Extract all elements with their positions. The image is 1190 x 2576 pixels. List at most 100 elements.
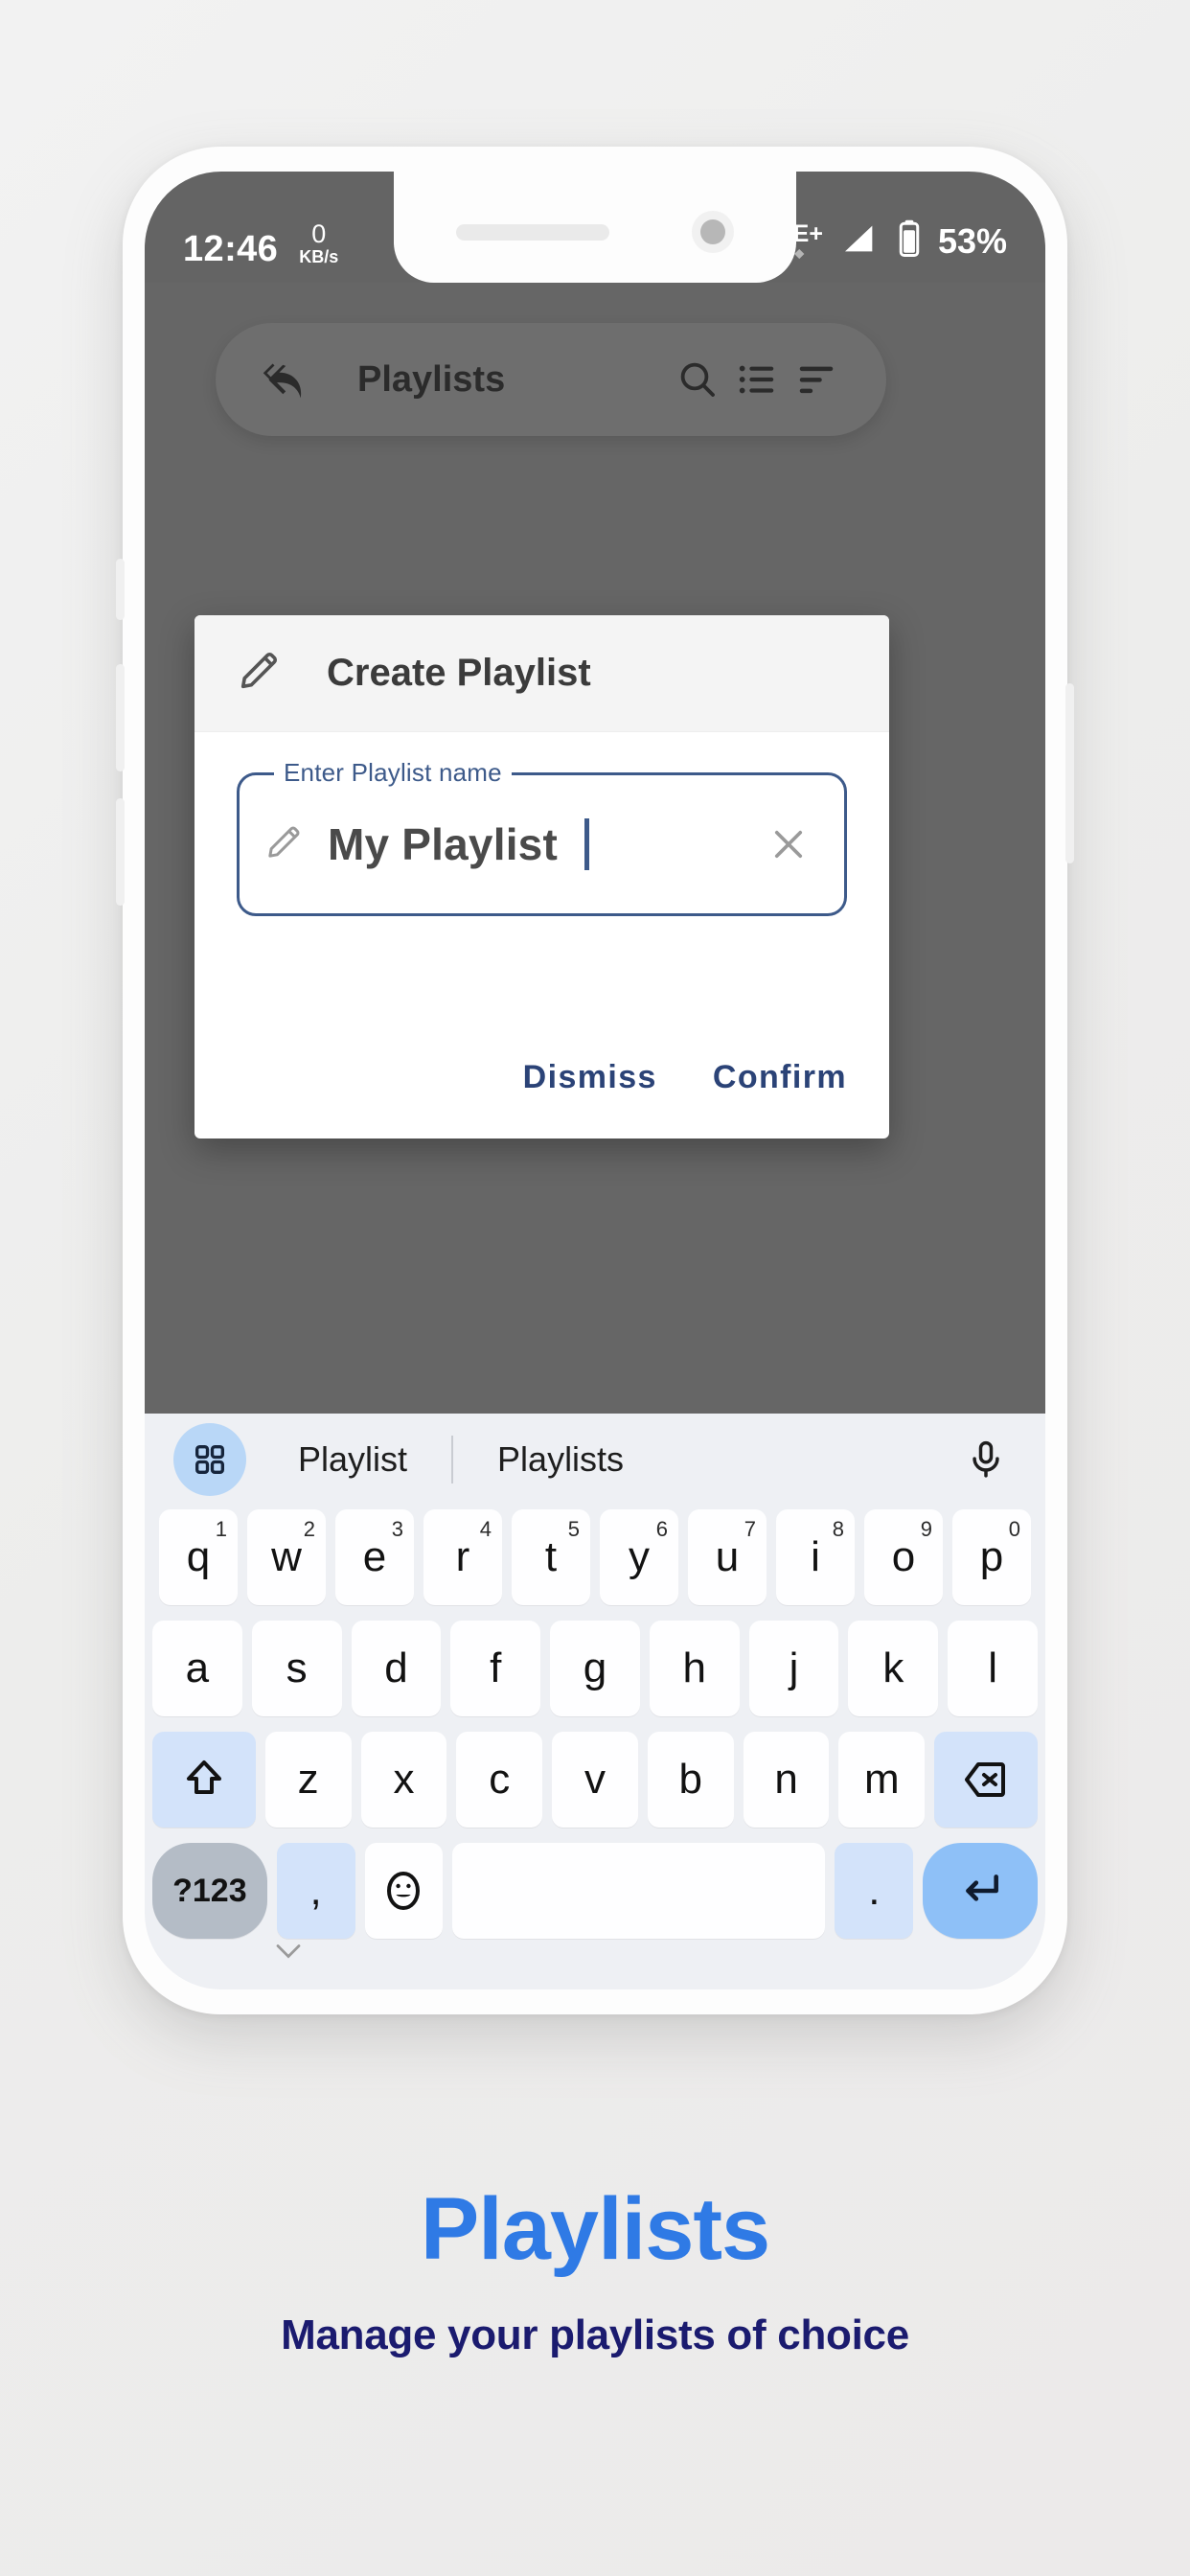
key-sup: 4 — [479, 1517, 492, 1541]
key-sup: 8 — [832, 1517, 844, 1541]
microphone-icon[interactable] — [955, 1429, 1017, 1490]
comma-key[interactable]: , — [276, 1843, 355, 1939]
key-sup: 0 — [1008, 1517, 1020, 1541]
key-label: p — [979, 1533, 1004, 1580]
phone-side-button — [116, 559, 125, 620]
key-r[interactable]: 4r — [423, 1509, 502, 1605]
app-toolbar: Playlists — [216, 323, 886, 436]
network-speed-value: 0 — [311, 219, 327, 248]
suggestion-word-2[interactable]: Playlists — [497, 1439, 624, 1480]
key-v[interactable]: v — [552, 1732, 638, 1828]
key-b[interactable]: b — [647, 1732, 734, 1828]
status-clock: 12:46 — [183, 229, 279, 269]
key-x[interactable]: x — [360, 1732, 447, 1828]
key-sup: 9 — [920, 1517, 932, 1541]
back-arrow-icon[interactable] — [256, 350, 315, 409]
key-p[interactable]: 0p — [952, 1509, 1031, 1605]
network-speed-unit: KB/s — [299, 247, 339, 266]
key-k[interactable]: k — [848, 1621, 939, 1716]
key-c[interactable]: c — [456, 1732, 543, 1828]
symbols-key[interactable]: ?123 — [152, 1843, 267, 1939]
key-o[interactable]: 9o — [864, 1509, 943, 1605]
key-label: q — [186, 1533, 211, 1580]
playlist-name-input[interactable]: My Playlist — [328, 818, 558, 870]
phone-power-button — [1065, 683, 1074, 863]
toolbar-title: Playlists — [357, 358, 506, 400]
key-d[interactable]: d — [351, 1621, 442, 1716]
key-sup: 7 — [744, 1517, 756, 1541]
hide-keyboard-button[interactable] — [145, 1941, 1045, 1985]
key-g[interactable]: g — [550, 1621, 640, 1716]
key-f[interactable]: f — [450, 1621, 541, 1716]
close-icon[interactable] — [758, 814, 819, 875]
promo-subtitle: Manage your playlists of choice — [281, 2312, 909, 2358]
shift-icon[interactable] — [152, 1732, 256, 1828]
key-n[interactable]: n — [743, 1732, 830, 1828]
status-bar-left: 12:46 0 KB/s — [183, 221, 338, 269]
phone-volume-up-button — [116, 664, 125, 771]
key-s[interactable]: s — [251, 1621, 342, 1716]
dismiss-button[interactable]: Dismiss — [523, 1059, 657, 1096]
suggestion-divider — [451, 1436, 454, 1484]
keyboard-row-4: ?123 , . — [145, 1841, 1045, 1941]
battery-percentage: 53% — [937, 220, 1007, 261]
keyboard-row-2: a s d f g h j k l — [145, 1619, 1045, 1718]
key-sup: 5 — [567, 1517, 580, 1541]
key-h[interactable]: h — [649, 1621, 740, 1716]
promo-caption: Playlists Manage your playlists of choic… — [0, 2185, 1190, 2359]
key-sup: 3 — [391, 1517, 403, 1541]
enter-icon[interactable] — [923, 1843, 1038, 1939]
space-key[interactable] — [452, 1843, 826, 1939]
key-m[interactable]: m — [838, 1732, 926, 1828]
key-w[interactable]: 2w — [247, 1509, 326, 1605]
promo-title: Playlists — [420, 2180, 770, 2278]
key-y[interactable]: 6y — [600, 1509, 678, 1605]
key-l[interactable]: l — [948, 1621, 1039, 1716]
key-j[interactable]: j — [748, 1621, 839, 1716]
key-a[interactable]: a — [151, 1621, 242, 1716]
key-z[interactable]: z — [264, 1732, 352, 1828]
suggestion-bar: Playlist Playlists — [145, 1414, 1045, 1506]
text-caret — [584, 818, 589, 870]
period-key[interactable]: . — [835, 1843, 914, 1939]
playlist-name-label: Enter Playlist name — [274, 758, 512, 788]
key-label: i — [811, 1533, 820, 1580]
emoji-icon[interactable] — [364, 1843, 444, 1939]
on-screen-keyboard: Playlist Playlists 1q 2w 3e 4r 5t 6y 7u — [145, 1414, 1045, 1990]
list-view-icon[interactable] — [727, 350, 787, 409]
pencil-icon — [237, 649, 281, 698]
create-playlist-dialog: Create Playlist Enter Playlist name My P… — [195, 615, 889, 1138]
phone-volume-down-button — [116, 798, 125, 906]
key-t[interactable]: 5t — [512, 1509, 590, 1605]
key-label: o — [891, 1533, 916, 1580]
pencil-icon — [264, 823, 303, 866]
battery-icon — [896, 218, 923, 264]
key-e[interactable]: 3e — [335, 1509, 414, 1605]
signal-bars-icon — [838, 219, 881, 263]
backspace-icon[interactable] — [934, 1732, 1038, 1828]
suggestion-word-1[interactable]: Playlist — [298, 1439, 407, 1480]
front-camera — [692, 211, 734, 253]
key-i[interactable]: 8i — [776, 1509, 855, 1605]
dialog-body: Enter Playlist name My Playlist Dismiss … — [195, 732, 889, 1138]
dialog-title: Create Playlist — [327, 652, 591, 694]
sort-icon[interactable] — [787, 350, 846, 409]
confirm-button[interactable]: Confirm — [713, 1059, 847, 1096]
phone-frame: 12:46 0 KB/s LTE+ ⬥⬥ — [116, 147, 1074, 2014]
keyboard-row-1: 1q 2w 3e 4r 5t 6y 7u 8i 9o 0p — [145, 1507, 1045, 1607]
search-icon[interactable] — [668, 350, 727, 409]
dialog-actions: Dismiss Confirm — [523, 1059, 847, 1096]
key-sup: 6 — [655, 1517, 668, 1541]
key-sup: 1 — [215, 1517, 227, 1541]
phone-notch — [394, 172, 796, 283]
dialog-header: Create Playlist — [195, 615, 889, 732]
keyboard-row-3: z x c v b n m — [145, 1730, 1045, 1829]
key-label: r — [455, 1533, 470, 1580]
chevron-down-icon — [272, 1941, 305, 1966]
playlist-name-field[interactable]: Enter Playlist name My Playlist — [237, 758, 847, 916]
key-u[interactable]: 7u — [688, 1509, 767, 1605]
grid-icon[interactable] — [173, 1423, 246, 1496]
network-speed-indicator: 0 KB/s — [299, 221, 338, 267]
key-q[interactable]: 1q — [159, 1509, 238, 1605]
key-label: u — [715, 1533, 740, 1580]
